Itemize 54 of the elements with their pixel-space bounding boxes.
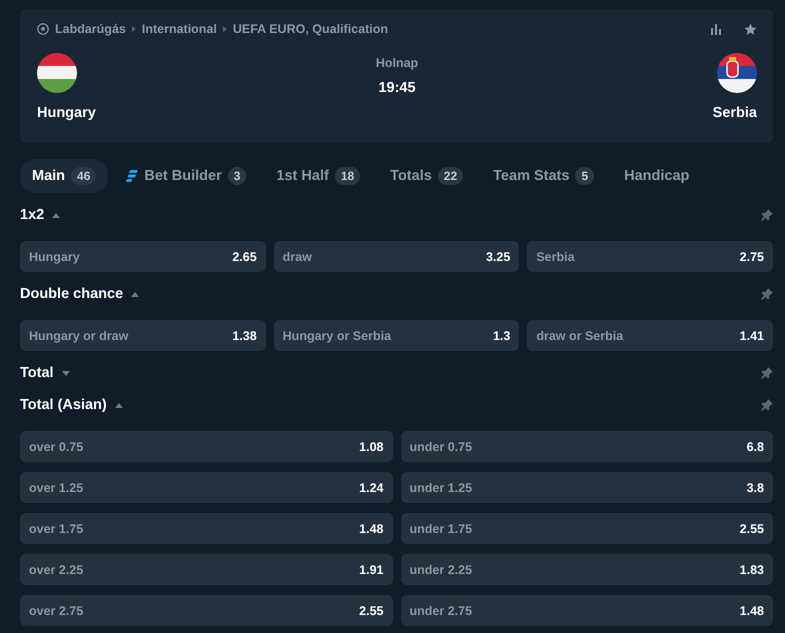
market-tab[interactable]: Handicap	[612, 159, 702, 193]
market-tab[interactable]: Totals 22	[378, 159, 476, 193]
chevron-icon	[222, 26, 227, 32]
odds-button[interactable]: over 0.75 1.08	[20, 431, 392, 462]
pin-icon[interactable]	[761, 209, 773, 221]
stats-icon[interactable]	[710, 23, 722, 35]
caret-icon[interactable]	[114, 402, 123, 408]
flag-icon	[37, 53, 77, 93]
match-day: Holnap	[376, 56, 418, 70]
breadcrumb-link[interactable]: International	[142, 22, 217, 36]
market-tab[interactable]: Team Stats 5	[481, 159, 606, 193]
builder-icon	[126, 170, 138, 182]
market-title[interactable]: 1x2	[20, 207, 44, 223]
caret-icon[interactable]	[52, 212, 60, 218]
odds-button[interactable]: under 0.75 6.8	[400, 431, 773, 462]
odds-button[interactable]: under 2.25 1.83	[400, 554, 773, 585]
caret-icon[interactable]	[131, 292, 140, 296]
team-name: Hungary	[37, 105, 97, 121]
market-tab[interactable]: 1st Half 18	[264, 159, 372, 193]
pin-icon[interactable]	[761, 288, 773, 300]
odds-button[interactable]: over 2.25 1.91	[20, 554, 392, 585]
market-tab[interactable]: Bet Builder 3	[114, 159, 258, 193]
odds-button[interactable]: over 2.75 2.55	[20, 595, 392, 626]
football-icon	[37, 23, 49, 35]
odds-button[interactable]: over 1.75 1.48	[20, 513, 392, 544]
odds-button[interactable]: Hungary or Serbia 1.3	[274, 320, 520, 351]
pin-icon[interactable]	[761, 367, 773, 379]
caret-icon[interactable]	[62, 370, 70, 376]
market-tab[interactable]: Main 46	[20, 159, 108, 193]
count-badge: 22	[438, 167, 464, 185]
odds-button[interactable]: under 1.75 2.55	[400, 513, 773, 544]
match-time: 19:45	[378, 80, 416, 96]
odds-button[interactable]: draw or Serbia 1.41	[527, 320, 773, 351]
odds-button[interactable]: under 1.25 3.8	[400, 472, 773, 503]
odds-button[interactable]: under 2.75 1.48	[400, 595, 773, 626]
odds-button[interactable]: Hungary or draw 1.38	[20, 320, 266, 351]
breadcrumb-link[interactable]: Labdarúgás	[55, 22, 126, 36]
count-badge: 46	[71, 167, 96, 185]
odds-button[interactable]: Hungary 2.65	[20, 241, 266, 272]
pin-icon[interactable]	[761, 399, 773, 411]
odds-button[interactable]: over 1.25 1.24	[20, 472, 392, 503]
odds-button[interactable]: Serbia 2.75	[527, 241, 773, 272]
market-title[interactable]: Total (Asian)	[20, 397, 107, 413]
count-badge: 3	[228, 167, 246, 185]
team-name: Serbia	[712, 105, 757, 121]
flag-icon	[717, 53, 757, 93]
star-icon[interactable]	[744, 22, 757, 36]
odds-button[interactable]: draw 3.25	[274, 241, 520, 272]
market-title[interactable]: Double chance	[20, 286, 124, 302]
count-badge: 18	[334, 167, 360, 185]
count-badge: 5	[575, 167, 594, 185]
market-title[interactable]: Total	[20, 365, 54, 381]
breadcrumb-link[interactable]: UEFA EURO, Qualification	[232, 22, 388, 36]
chevron-icon	[132, 26, 136, 32]
